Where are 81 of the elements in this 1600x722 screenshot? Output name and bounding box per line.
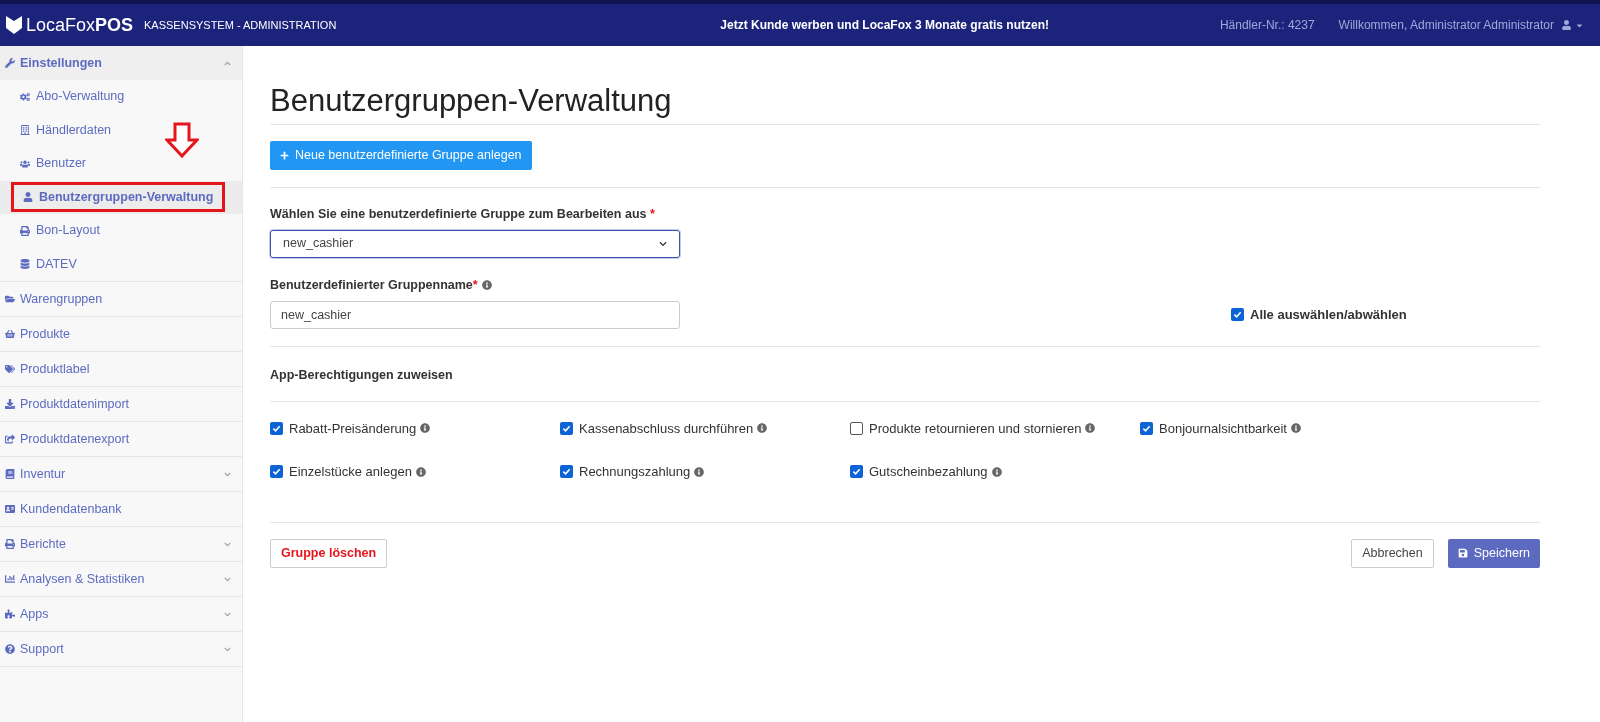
database-icon xyxy=(20,259,30,270)
building-icon xyxy=(20,125,30,136)
merchant-number: Händler-Nr.: 4237 xyxy=(1219,17,1315,34)
checkbox[interactable] xyxy=(270,421,283,435)
chevron-down-icon xyxy=(659,239,667,248)
book-icon xyxy=(5,469,15,479)
sidebar-subitem[interactable]: Händlerdaten xyxy=(11,115,121,146)
info-icon xyxy=(757,423,768,434)
basket-icon xyxy=(5,329,15,339)
wrench-icon xyxy=(5,58,15,68)
user-icon xyxy=(23,192,33,203)
checkbox-label: Kassenabschluss durchführen xyxy=(579,419,754,438)
sidebar-item[interactable]: Analysen & Statistiken xyxy=(0,562,242,596)
down-arrow-icon xyxy=(165,122,199,158)
info-icon xyxy=(481,280,492,291)
checkbox-label: Alle auswählen/abwählen xyxy=(1250,305,1407,324)
sidebar-item[interactable]: Kundendatenbank xyxy=(0,492,242,526)
checkbox[interactable] xyxy=(560,421,573,435)
tags-icon xyxy=(5,364,15,374)
bar-chart-icon xyxy=(5,574,15,584)
sidebar-subitem[interactable]: Bon-Layout xyxy=(11,215,109,246)
info-icon xyxy=(415,466,426,477)
info-icon xyxy=(420,423,431,434)
user-menu[interactable]: Willkommen, Administrator Administrator xyxy=(1338,16,1584,34)
field-label: Wählen Sie eine benutzerdefinierte Gruppe zum Bearbeiten aus * xyxy=(270,207,655,221)
sidebar-item[interactable]: Berichte xyxy=(0,527,242,561)
printer-icon xyxy=(20,225,30,236)
checkbox-label: Gutscheinbezahlung xyxy=(869,463,988,481)
sidebar-item[interactable]: Einstellungen xyxy=(0,46,242,80)
delete-group-button[interactable]: Gruppe löschen xyxy=(270,538,388,568)
sidebar-item[interactable]: Warengruppen xyxy=(0,282,242,316)
sidebar-subitem[interactable]: Benutzer xyxy=(11,148,96,179)
checkbox-label: Einzelstücke anlegen xyxy=(289,463,412,481)
checkbox[interactable] xyxy=(560,465,573,479)
sidebar-item[interactable]: Apps xyxy=(0,597,242,631)
sidebar-subitem[interactable]: Abo-Verwaltung xyxy=(11,81,134,112)
info-icon xyxy=(694,466,705,477)
logo-text: LocaFoxPOS xyxy=(26,13,134,37)
checkbox-label: Rabatt-Preisänderung xyxy=(289,419,417,438)
plus-icon xyxy=(280,151,289,160)
fox-logo-icon xyxy=(6,16,22,34)
page-title: Benutzergruppen-Verwaltung xyxy=(270,82,673,120)
section-heading: App-Berechtigungen zuweisen xyxy=(270,366,454,382)
cancel-button[interactable]: Abbrechen xyxy=(1351,538,1434,568)
sidebar-item[interactable]: Produktlabel xyxy=(0,352,242,386)
checkbox[interactable] xyxy=(1140,421,1153,435)
sidebar-item[interactable]: Produkte xyxy=(0,317,242,351)
checkbox[interactable] xyxy=(270,465,283,479)
promo-text[interactable]: Jetzt Kunde werben und LocaFox 3 Monate gratis nutzen! xyxy=(720,16,1050,34)
sidebar-item[interactable]: Support xyxy=(0,632,242,666)
users-icon xyxy=(20,158,30,169)
new-group-button[interactable]: Neue benutzerdefinierte Gruppe anlegen xyxy=(270,141,532,170)
puzzle-icon xyxy=(5,609,15,619)
user-icon xyxy=(1562,20,1571,30)
checkbox-label: Bonjournalsichtbarkeit xyxy=(1159,419,1287,438)
share-icon xyxy=(5,434,15,444)
folder-icon xyxy=(5,294,15,304)
info-icon xyxy=(991,466,1002,477)
save-icon xyxy=(1457,548,1468,558)
checkbox[interactable] xyxy=(850,421,863,435)
download-icon xyxy=(5,399,15,409)
sidebar-item[interactable]: Produktdatenimport xyxy=(0,387,242,421)
group-select[interactable]: new_cashier xyxy=(270,229,680,258)
sidebar-subitem[interactable]: Benutzergruppen-Verwaltung xyxy=(11,182,226,213)
help-icon xyxy=(5,644,15,654)
info-icon xyxy=(1085,423,1096,434)
gears-icon xyxy=(20,91,30,102)
group-name-input[interactable]: new_cashier xyxy=(270,300,680,329)
save-button[interactable]: Speichern xyxy=(1447,538,1540,568)
sidebar-item[interactable]: Produktdatenexport xyxy=(0,422,242,456)
info-icon xyxy=(1290,423,1301,434)
checkbox[interactable] xyxy=(1231,308,1244,321)
checkbox[interactable] xyxy=(850,465,863,479)
app-subtitle: KASSENSYSTEM - ADMINISTRATION xyxy=(144,17,337,33)
printer-icon xyxy=(5,539,15,549)
id-card-icon xyxy=(5,504,15,514)
sidebar-subitem[interactable]: DATEV xyxy=(11,249,86,280)
checkbox-label: Rechnungszahlung xyxy=(579,463,691,481)
field-label: Benutzerdefinierter Gruppenname* xyxy=(270,276,478,294)
checkbox-label: Produkte retournieren und stornieren xyxy=(869,419,1082,438)
sidebar-item[interactable]: Inventur xyxy=(0,457,242,491)
